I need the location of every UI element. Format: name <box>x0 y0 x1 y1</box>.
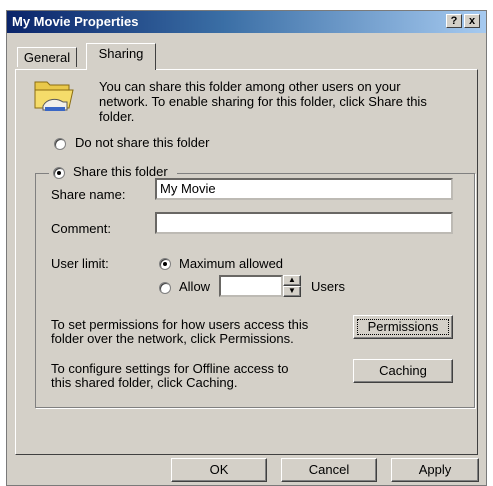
comment-label: Comment: <box>51 221 111 236</box>
caching-button[interactable]: Caching <box>353 359 453 383</box>
do-not-share-label[interactable]: Do not share this folder <box>75 135 209 150</box>
spin-down-icon[interactable]: ▼ <box>283 286 301 297</box>
tab-general[interactable]: General <box>17 47 77 67</box>
help-button[interactable]: ? <box>446 14 462 28</box>
maximum-allowed-radio[interactable] <box>159 258 171 270</box>
intro-line-1: You can share this folder among other us… <box>99 79 401 94</box>
close-button[interactable]: x <box>464 14 480 28</box>
users-spin-control[interactable]: ▲ ▼ <box>283 275 301 297</box>
users-label: Users <box>311 279 345 294</box>
permissions-text-1: To set permissions for how users access … <box>51 317 309 332</box>
share-name-input[interactable]: My Movie <box>155 178 453 200</box>
comment-input[interactable] <box>155 212 453 234</box>
cancel-button[interactable]: Cancel <box>281 458 377 482</box>
share-this-folder-radio[interactable] <box>53 167 65 179</box>
title-bar[interactable]: My Movie Properties ? x <box>7 11 486 33</box>
intro-line-2: network. To enable sharing for this fold… <box>99 94 427 109</box>
share-name-label: Share name: <box>51 187 126 202</box>
share-this-folder-label[interactable]: Share this folder <box>73 164 168 179</box>
allow-radio[interactable] <box>159 282 171 294</box>
properties-dialog: My Movie Properties ? x General Sharing … <box>6 10 487 486</box>
spin-up-icon[interactable]: ▲ <box>283 275 301 286</box>
permissions-button[interactable]: Permissions <box>353 315 453 339</box>
apply-button[interactable]: Apply <box>391 458 479 482</box>
do-not-share-radio[interactable] <box>54 138 66 150</box>
allow-label[interactable]: Allow <box>179 279 210 294</box>
ok-button[interactable]: OK <box>171 458 267 482</box>
maximum-allowed-label[interactable]: Maximum allowed <box>179 256 283 271</box>
window-title: My Movie Properties <box>12 14 139 29</box>
caching-text-2: this shared folder, click Caching. <box>51 375 238 390</box>
allow-users-input[interactable] <box>219 275 283 297</box>
tab-sharing[interactable]: Sharing <box>86 43 156 70</box>
user-limit-label: User limit: <box>51 256 109 271</box>
shared-folder-icon <box>34 81 74 111</box>
intro-line-3: folder. <box>99 109 135 124</box>
permissions-text-2: folder over the network, click Permissio… <box>51 331 294 346</box>
caching-text-1: To configure settings for Offline access… <box>51 361 289 376</box>
